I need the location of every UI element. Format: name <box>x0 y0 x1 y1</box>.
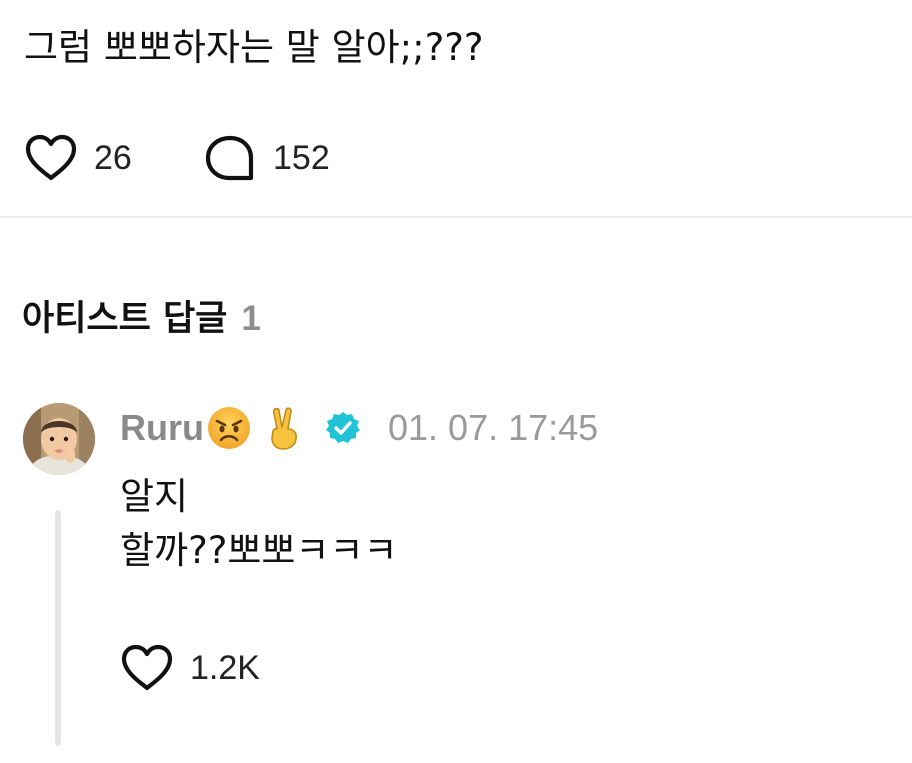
post-text: 그럼 뽀뽀하자는 말 알아;;??? <box>24 26 484 69</box>
reply-username[interactable]: Ruru <box>120 407 204 449</box>
reply-timestamp: 01. 07. 17:45 <box>388 407 599 448</box>
thread-line <box>55 510 61 746</box>
reply-meta: Ruru 01. 07. 17:45 <box>120 404 598 452</box>
angry-face-emoji <box>208 407 250 449</box>
reply-line: 알지 <box>120 475 189 518</box>
post-comment-count: 152 <box>273 138 330 177</box>
post-like-count: 26 <box>94 138 132 177</box>
heart-outline-icon <box>25 134 77 181</box>
reply-line: 할까??뽀뽀ㅋㅋㅋ <box>120 529 398 572</box>
avatar[interactable] <box>23 403 95 475</box>
artist-replies-header: 아티스트 답글 1 <box>22 290 261 341</box>
reply-body: 알지 할까??뽀뽀ㅋㅋㅋ <box>120 470 398 578</box>
heart-outline-icon <box>121 644 173 691</box>
avatar-photo <box>23 403 95 475</box>
speech-bubble-icon <box>205 135 254 181</box>
post-comment-button[interactable]: 152 <box>203 134 330 182</box>
comment-screen: 그럼 뽀뽀하자는 말 알아;;??? 26 152 아티스트 답글 1 Ruru… <box>0 0 912 763</box>
reply-like-button[interactable]: 1.2K <box>120 644 260 692</box>
section-title: 아티스트 답글 <box>22 299 228 339</box>
victory-hand-emoji <box>271 407 297 450</box>
section-count: 1 <box>241 299 261 338</box>
reply-like-count: 1.2K <box>190 648 260 687</box>
verified-badge-icon <box>326 412 360 443</box>
post-like-button[interactable]: 26 <box>24 134 132 182</box>
